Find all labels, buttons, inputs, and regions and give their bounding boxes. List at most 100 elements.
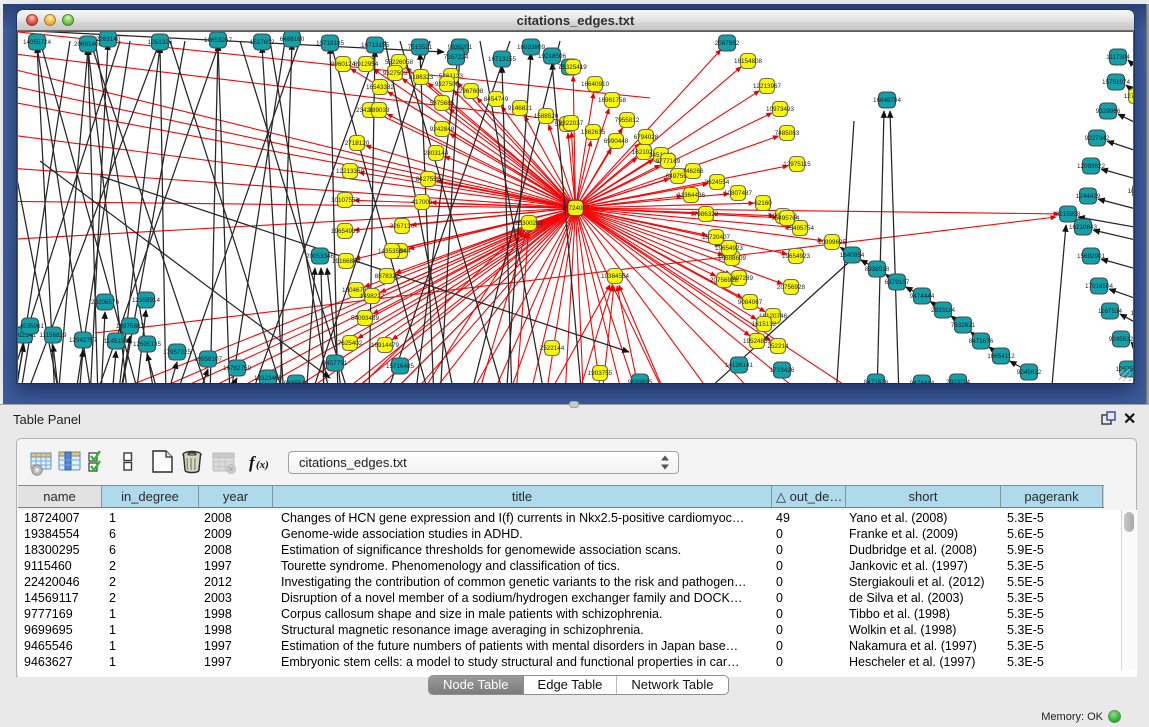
svg-text:7515521: 7515521 xyxy=(408,44,433,51)
svg-text:2522144: 2522144 xyxy=(540,345,565,352)
svg-text:9465546: 9465546 xyxy=(284,380,309,383)
svg-text:11325419: 11325419 xyxy=(559,64,587,71)
svg-text:2803144: 2803144 xyxy=(424,150,449,157)
svg-text:10107553: 10107553 xyxy=(331,197,360,204)
svg-text:6379197: 6379197 xyxy=(885,279,910,286)
svg-text:17957225: 17957225 xyxy=(163,349,192,356)
svg-text:19166825: 19166825 xyxy=(332,258,361,265)
svg-text:9245612: 9245612 xyxy=(1109,336,1133,343)
svg-text:16961758: 16961758 xyxy=(598,97,627,104)
svg-text:19218506: 19218506 xyxy=(538,53,567,60)
svg-text:10973493: 10973493 xyxy=(766,106,795,113)
svg-text:8878322: 8878322 xyxy=(375,273,400,280)
svg-text:25300203: 25300203 xyxy=(515,220,544,227)
svg-text:1903755: 1903755 xyxy=(588,370,613,377)
svg-text:3215958: 3215958 xyxy=(1056,211,1081,218)
svg-text:8938918: 8938918 xyxy=(865,266,890,273)
svg-text:9245612: 9245612 xyxy=(1017,369,1042,376)
svg-text:19654931: 19654931 xyxy=(331,228,360,235)
svg-text:2933114: 2933114 xyxy=(931,307,956,314)
svg-text:8427552: 8427552 xyxy=(416,176,441,183)
svg-text:9146821: 9146821 xyxy=(508,105,533,112)
svg-text:2087682: 2087682 xyxy=(715,40,740,47)
svg-text:7955812: 7955812 xyxy=(615,117,640,124)
svg-text:9084067: 9084067 xyxy=(738,299,763,306)
svg-text:15751074: 15751074 xyxy=(1102,79,1131,86)
svg-text:19654923: 19654923 xyxy=(715,245,744,252)
svg-text:16648784: 16648784 xyxy=(873,97,902,104)
svg-text:7632621: 7632621 xyxy=(951,322,976,329)
svg-text:8471676: 8471676 xyxy=(969,338,994,345)
svg-text:8322037: 8322037 xyxy=(559,120,584,127)
svg-text:252214: 252214 xyxy=(767,343,789,350)
svg-text:20756928: 20756928 xyxy=(777,284,806,291)
svg-text:13975887: 13975887 xyxy=(116,323,145,330)
svg-text:16154808: 16154808 xyxy=(734,58,763,65)
svg-text:1527602: 1527602 xyxy=(250,39,275,46)
svg-text:17016504: 17016504 xyxy=(1085,283,1114,290)
svg-text:14136141: 14136141 xyxy=(725,362,754,369)
svg-text:1002543: 1002543 xyxy=(1128,188,1133,195)
svg-text:18724007: 18724007 xyxy=(561,205,590,212)
svg-text:1051326: 1051326 xyxy=(148,39,173,46)
svg-text:989033: 989033 xyxy=(368,107,390,114)
svg-text:16713155: 16713155 xyxy=(361,42,390,49)
svg-text:16914479: 16914479 xyxy=(371,342,400,349)
svg-text:10654112: 10654112 xyxy=(987,353,1015,360)
svg-text:16713155: 16713155 xyxy=(488,56,517,63)
svg-text:19384554: 19384554 xyxy=(601,273,630,280)
svg-text:9327503: 9327503 xyxy=(383,70,408,77)
svg-text:8912954: 8912954 xyxy=(354,61,379,68)
svg-text:9227342: 9227342 xyxy=(1085,135,1110,142)
svg-text:5495764: 5495764 xyxy=(775,215,800,222)
svg-text:1733426: 1733426 xyxy=(770,367,795,374)
svg-text:62160: 62160 xyxy=(754,200,772,207)
svg-text:6466160: 6466160 xyxy=(280,36,305,43)
svg-text:10958107: 10958107 xyxy=(194,356,223,363)
svg-text:9777169: 9777169 xyxy=(656,158,681,165)
svg-text:2967608: 2967608 xyxy=(459,88,484,95)
svg-text:10807487: 10807487 xyxy=(724,190,753,197)
svg-text:3267130: 3267130 xyxy=(390,223,415,230)
svg-text:14535061: 14535061 xyxy=(18,323,44,330)
svg-text:5875685: 5875685 xyxy=(430,100,455,107)
svg-text:15716485: 15716485 xyxy=(386,363,415,370)
svg-text:11156829: 11156829 xyxy=(39,332,67,339)
svg-text:10899695: 10899695 xyxy=(818,239,847,246)
svg-text:9242848: 9242848 xyxy=(430,126,455,133)
svg-text:9457791: 9457791 xyxy=(323,360,348,367)
svg-text:417006: 417006 xyxy=(411,199,433,206)
svg-text:12505135: 12505135 xyxy=(133,341,162,348)
svg-text:7986322: 7986322 xyxy=(694,211,719,218)
svg-text:6990448: 6990448 xyxy=(604,138,629,145)
svg-text:1167534: 1167534 xyxy=(1098,308,1123,315)
svg-text:12213369: 12213369 xyxy=(336,168,365,175)
svg-text:9699695: 9699695 xyxy=(628,379,653,383)
svg-text:15692901: 15692901 xyxy=(1077,253,1106,260)
svg-text:8454749: 8454749 xyxy=(484,96,509,103)
svg-text:9329966: 9329966 xyxy=(1096,108,1121,115)
svg-text:9474444: 9474444 xyxy=(910,293,935,300)
svg-text:21364436: 21364436 xyxy=(677,192,706,199)
svg-text:6794028: 6794028 xyxy=(634,134,659,141)
svg-text:9474444: 9474444 xyxy=(910,380,935,383)
svg-text:7357224: 7357224 xyxy=(444,54,469,61)
svg-text:15495754: 15495754 xyxy=(786,225,815,232)
svg-text:1615132: 1615132 xyxy=(752,321,777,328)
svg-text:16210643: 16210643 xyxy=(1069,224,1098,231)
svg-text:10719185: 10719185 xyxy=(316,40,345,47)
svg-text:7625402: 7625402 xyxy=(338,340,363,347)
svg-text:1588520: 1588520 xyxy=(534,113,559,120)
svg-text:54093489: 54093489 xyxy=(351,315,380,322)
svg-text:14353584: 14353584 xyxy=(378,248,407,255)
svg-text:2933114: 2933114 xyxy=(946,379,971,383)
svg-text:1965493: 1965493 xyxy=(1131,310,1133,317)
svg-text:2718120: 2718120 xyxy=(345,140,370,147)
svg-text:746266: 746266 xyxy=(682,168,704,175)
svg-text:12093822: 12093822 xyxy=(1077,163,1106,170)
svg-text:2263140: 2263140 xyxy=(96,36,121,43)
svg-text:1117304: 1117304 xyxy=(1106,54,1130,61)
svg-text:16640910: 16640910 xyxy=(581,81,610,88)
svg-text:20206576: 20206576 xyxy=(91,299,120,306)
svg-text:10688609: 10688609 xyxy=(718,255,747,262)
